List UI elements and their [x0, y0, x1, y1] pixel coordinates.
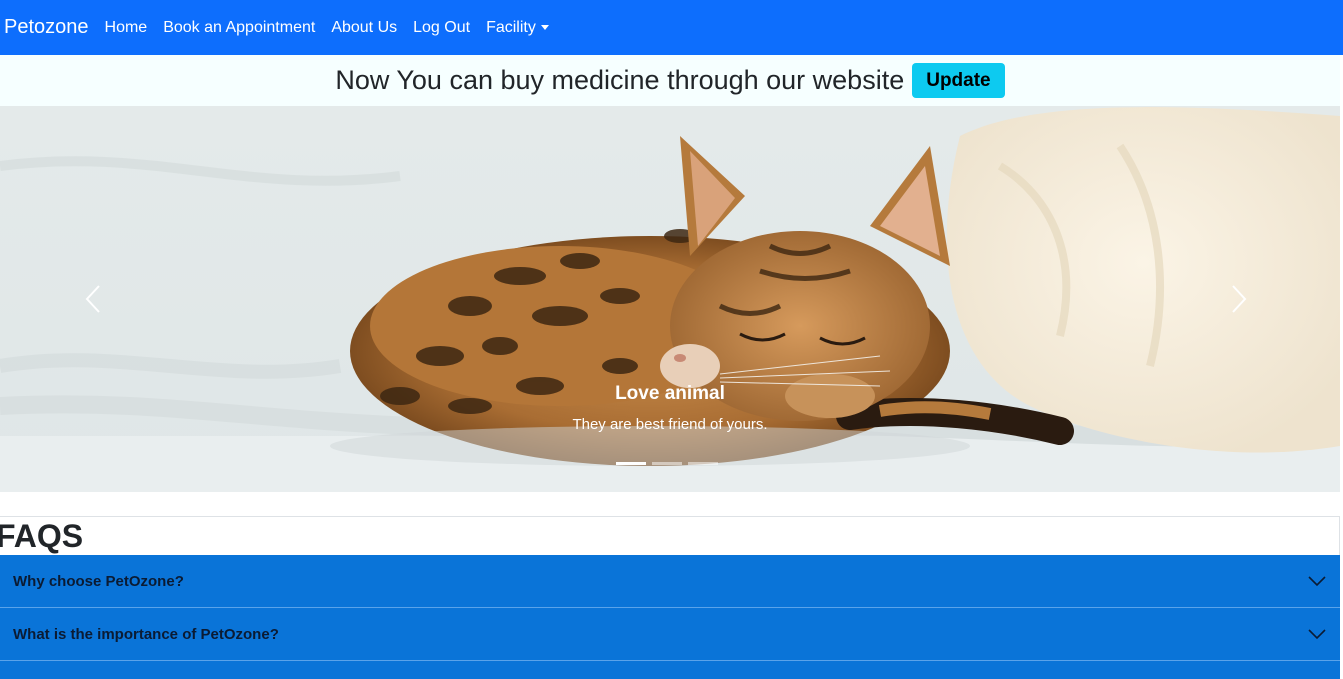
faq-question: Why choose PetOzone?	[13, 572, 184, 590]
nav-home[interactable]: Home	[105, 19, 148, 37]
carousel-indicator-3[interactable]	[688, 462, 718, 465]
chevron-down-icon	[1308, 629, 1326, 640]
faq-title: FAQS	[0, 518, 84, 554]
carousel-indicators	[616, 462, 724, 465]
caret-down-icon	[540, 25, 549, 30]
announcement-banner: Now You can buy medicine through our web…	[0, 55, 1340, 106]
chevron-left-icon	[85, 285, 100, 313]
nav-facility-dropdown[interactable]: Facility	[486, 19, 549, 37]
carousel-caption-title: Love animal	[615, 383, 725, 404]
carousel-indicator-2[interactable]	[652, 462, 682, 465]
brand-logo[interactable]: Petozone	[4, 16, 89, 39]
facility-label: Facility	[486, 18, 536, 36]
faq-item-why-choose[interactable]: Why choose PetOzone?	[0, 555, 1340, 607]
image-carousel: Love animal They are best friend of your…	[0, 106, 1340, 492]
carousel-next-button[interactable]	[1224, 279, 1254, 319]
carousel-prev-button[interactable]	[78, 279, 108, 319]
faq-question: What is the importance of PetOzone?	[13, 625, 279, 643]
nav-book-appointment[interactable]: Book an Appointment	[163, 19, 315, 37]
chevron-right-icon	[1232, 285, 1247, 313]
cat-photo	[0, 106, 1340, 492]
faq-item-next[interactable]	[0, 661, 1340, 679]
nav-about-us[interactable]: About Us	[331, 19, 397, 37]
nav-log-out[interactable]: Log Out	[413, 19, 470, 37]
faq-item-importance[interactable]: What is the importance of PetOzone?	[0, 608, 1340, 660]
navbar: Petozone Home Book an Appointment About …	[0, 0, 1343, 55]
banner-text: Now You can buy medicine through our web…	[335, 65, 905, 95]
chevron-down-icon	[1308, 576, 1326, 587]
carousel-indicator-1[interactable]	[616, 462, 646, 465]
update-button[interactable]: Update	[912, 63, 1005, 98]
carousel-caption-text: They are best friend of yours.	[572, 416, 768, 433]
